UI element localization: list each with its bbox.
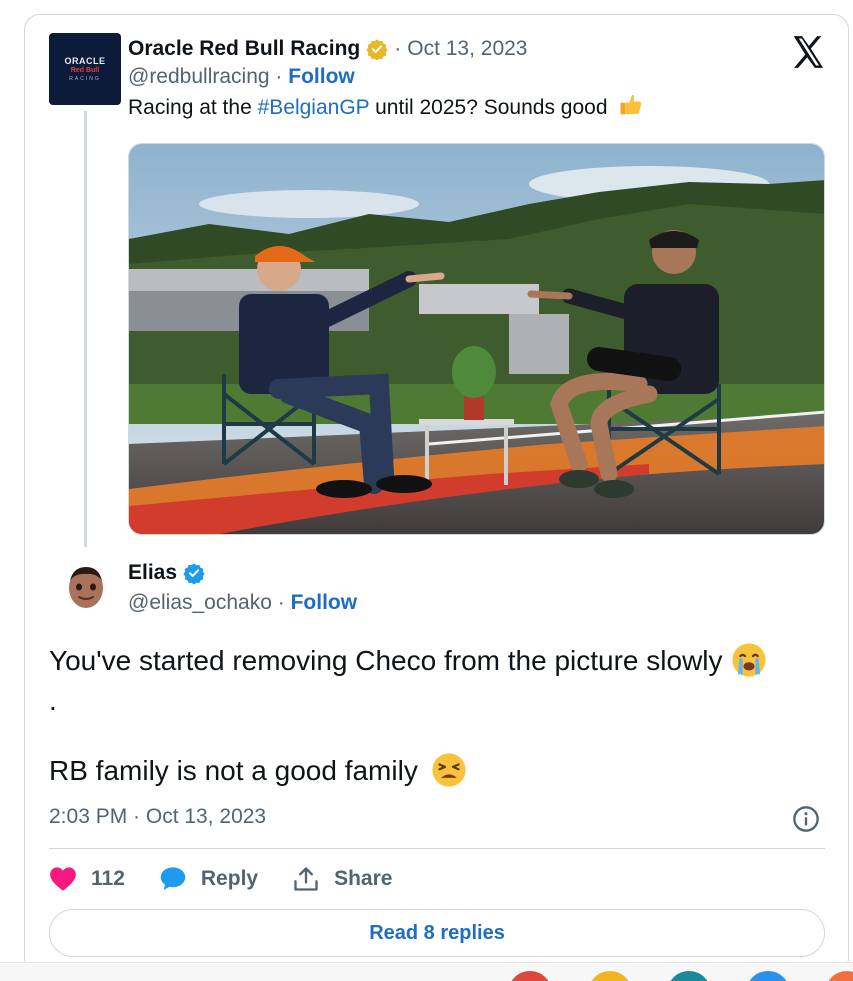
parent-author-name[interactable]: Oracle Red Bull Racing — [128, 37, 360, 61]
reply-text-line-1: You've started removing Checo from the p… — [49, 642, 768, 679]
follow-redbull-button[interactable]: Follow — [288, 65, 355, 88]
actions-divider — [49, 848, 825, 849]
tweet-photo[interactable] — [128, 143, 825, 535]
follow-elias-button[interactable]: Follow — [291, 591, 358, 614]
weary-face-icon — [431, 752, 466, 787]
parent-header: Oracle Red Bull Racing · Oct 13, 2023 — [128, 35, 527, 63]
info-icon[interactable] — [792, 805, 820, 833]
reply-author-row: Elias — [128, 561, 205, 585]
reply-button[interactable]: Reply — [159, 865, 258, 893]
dock-app-icon-5[interactable] — [825, 971, 853, 981]
dock-app-icon-3[interactable] — [667, 971, 711, 981]
reply-text-2: RB family is not a good family — [49, 755, 418, 786]
reply-handle-row: @elias_ochako · Follow — [128, 591, 357, 615]
share-icon — [294, 867, 318, 891]
parent-handle[interactable]: @redbullracing — [128, 65, 270, 88]
hashtag-link[interactable]: #BelgianGP — [258, 96, 370, 119]
reply-timestamp[interactable]: 2:03 PM · Oct 13, 2023 — [49, 805, 266, 829]
like-button[interactable]: 112 — [49, 866, 125, 892]
like-count: 112 — [91, 867, 125, 890]
reply-handle[interactable]: @elias_ochako — [128, 591, 272, 614]
reply-author-name[interactable]: Elias — [128, 561, 177, 585]
thread-line — [84, 111, 87, 547]
blue-verified-icon — [183, 563, 205, 584]
reply-bubble-icon — [160, 867, 186, 891]
dock-app-icon-4[interactable] — [746, 971, 790, 981]
gold-verified-icon — [366, 39, 388, 60]
avatar-text-redbull: Red Bull — [70, 67, 100, 74]
reply-handle-separator: · — [277, 591, 285, 614]
photo-illustration — [129, 144, 824, 534]
parent-tweet-text: Racing at the #BelgianGP until 2025? Sou… — [128, 95, 645, 120]
parent-handle-row: @redbullracing · Follow — [128, 65, 355, 89]
share-label: Share — [334, 867, 393, 890]
x-logo-icon[interactable] — [789, 33, 827, 71]
dock-app-icon-1[interactable] — [508, 971, 552, 981]
header-separator: · — [394, 37, 402, 60]
embedded-tweet-card: ORACLE Red Bull RACING Oracle Red Bull R… — [24, 14, 849, 974]
thumbs-up-icon — [620, 95, 642, 115]
dock-app-icon-2[interactable] — [588, 971, 632, 981]
app-dock-strip — [0, 962, 853, 981]
crying-face-icon — [732, 642, 766, 677]
share-button[interactable]: Share — [292, 865, 392, 893]
redbull-avatar[interactable]: ORACLE Red Bull RACING — [49, 33, 121, 105]
reply-label: Reply — [200, 867, 259, 890]
reply-text-1: You've started removing Checo from the p… — [49, 645, 723, 676]
heart-icon — [50, 867, 76, 891]
handle-separator: · — [275, 65, 283, 88]
elias-avatar[interactable] — [63, 563, 109, 609]
reply-text-dot: . — [49, 685, 57, 716]
action-bar: 112 Reply Share — [49, 861, 426, 897]
read-replies-button[interactable]: Read 8 replies — [49, 909, 825, 957]
avatar-text-oracle: ORACLE — [64, 56, 106, 66]
parent-text-after: until 2025? Sounds good — [369, 96, 608, 119]
avatar-text-racing: RACING — [69, 76, 101, 82]
parent-date[interactable]: Oct 13, 2023 — [407, 37, 527, 61]
parent-text-before: Racing at the — [128, 96, 258, 119]
reply-text-line-2: RB family is not a good family — [49, 752, 468, 789]
